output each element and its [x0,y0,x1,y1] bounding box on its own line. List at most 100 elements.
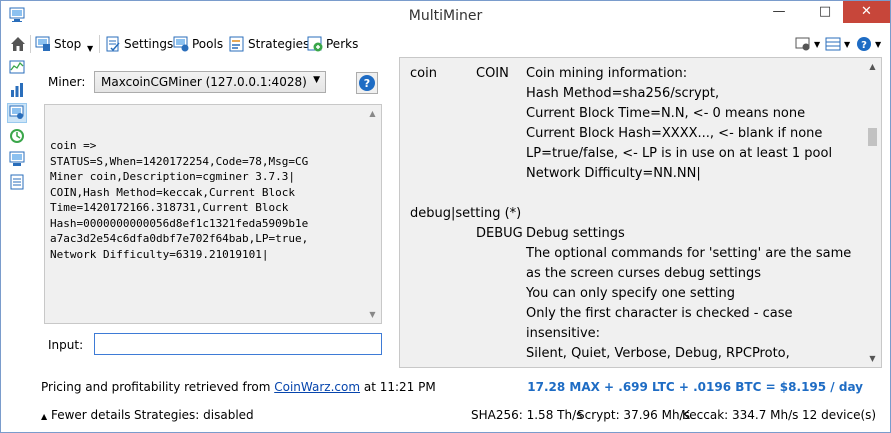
help-command: coin [410,66,437,81]
help-description: LP=true/false, <- LP is in use on at lea… [526,146,833,161]
help-description: as the screen curses debug settings [526,266,762,281]
api-help-panel[interactable]: coin COIN Coin mining information: Hash Met… [399,57,882,368]
maximize-button[interactable]: □ [810,1,840,23]
output-line: Hash=0000000000056d8ef1c1321feda5909b1e [50,216,309,230]
view-button[interactable]: ▼ [795,34,820,54]
pools-button[interactable]: Pools [173,34,223,54]
output-scrollbar[interactable]: ▲ ▼ [364,105,381,323]
close-button[interactable]: ✕ [843,1,890,23]
api-output-box[interactable]: coin => STATUS=S,When=1420172254,Code=78,… [44,104,382,324]
help-description: Hash Method=sha256/scrypt, [526,86,720,101]
miner-label: Miner: [48,75,86,89]
bar-chart-icon [11,83,23,97]
collapse-arrow-icon: ▲ [41,412,48,421]
output-line: STATUS=S,When=1420172254,Code=78,Msg=CG [50,154,309,168]
columns-dropdown-arrow: ▼ [844,39,851,49]
help-menu-button[interactable]: ? ▼ [856,34,881,54]
network-icon [9,151,25,166]
scroll-up-icon[interactable]: ▲ [364,105,381,122]
view-icon [795,37,810,51]
miner-select-value: MaxcoinCGMiner (127.0.0.1:4028) [101,75,307,89]
help-description: Only the first character is checked - ca… [526,306,793,321]
help-description: Current Block Hash=XXXX..., <- blank if … [526,126,823,141]
stop-dropdown-arrow[interactable]: ▼ [87,38,93,58]
help-command: debug|setting (*) [410,206,522,221]
strategies-button[interactable]: Strategies [229,34,309,54]
rail-item-history[interactable] [7,126,27,146]
output-line: COIN,Hash Method=keccak,Current Block [50,185,296,199]
help-description: Current Block Time=N.N, <- 0 means none [526,106,806,121]
perks-button[interactable]: Perks [307,34,358,54]
toolbar: Stop ▼ Settings Pools Strategies Perks ▼… [1,31,890,57]
strategies-label: Strategies [248,37,310,51]
help-description: You can only specify one setting [526,286,736,301]
help-description: Silent, Quiet, Verbose, Debug, RPCProto, [526,346,790,361]
help-dropdown-arrow: ▼ [875,39,882,49]
app-window: MultiMiner — □ ✕ Stop ▼ Settings Pools S… [0,0,891,433]
pools-icon [173,36,189,52]
columns-button[interactable]: ▼ [825,34,850,54]
miner-select[interactable]: MaxcoinCGMiner (127.0.0.1:4028) ▼ [94,71,326,93]
help-description: The optional commands for 'setting' are … [526,246,852,261]
device-count: 12 device(s) [802,408,877,422]
output-line: Time=1420172166.318731,Current Block [50,201,289,214]
rail-item-stats[interactable] [7,80,27,100]
svg-text:?: ? [861,40,867,51]
minimize-button[interactable]: — [764,1,794,23]
help-scroll-thumb[interactable] [868,128,877,146]
stop-button[interactable]: Stop [35,34,81,54]
home-button[interactable] [10,34,26,54]
help-scroll-up-icon[interactable]: ▲ [864,58,881,75]
help-icon: ? [857,37,871,51]
log-icon [10,174,24,190]
rail-item-charts[interactable] [7,57,27,77]
stop-label: Stop [54,37,82,51]
view-rail [7,57,31,195]
history-icon [10,129,24,143]
chevron-down-icon: ▼ [313,75,320,85]
pools-label: Pools [192,37,224,51]
output-line: a7ac3d2e54c6dfa0dbf7e702f64bab,LP=true, [50,232,309,245]
rail-item-network[interactable] [7,149,27,169]
coinwarz-link[interactable]: CoinWarz.com [274,380,360,394]
window-title: MultiMiner [408,8,483,24]
strategies-status: Strategies: disabled [134,408,254,422]
stop-icon [35,36,50,51]
scrypt-hashrate: Scrypt: 37.96 Mh/s [577,408,690,422]
scroll-down-icon[interactable]: ▼ [364,306,381,323]
perks-label: Perks [326,37,359,51]
strategies-icon [229,36,244,52]
settings-label: Settings [124,37,174,51]
help-description: insensitive: [526,326,601,341]
keccak-hashrate: Keccak: 334.7 Mh/s [682,408,799,422]
view-dropdown-arrow: ▼ [814,39,821,49]
api-console-icon [9,105,24,119]
profitability-summary[interactable]: 17.28 MAX + .699 LTC + .0196 BTC = $8.19… [527,380,863,394]
details-toggle[interactable]: ▲ Fewer details [41,408,131,422]
question-icon: ? [359,75,375,91]
output-line: Network Difficulty=6319.21019101| [50,247,269,261]
columns-icon [825,37,841,51]
rail-item-log[interactable] [7,172,27,192]
settings-button[interactable]: Settings [105,34,173,54]
pricing-info: Pricing and profitability retrieved from… [41,380,436,394]
title-bar: MultiMiner — □ ✕ [1,1,890,31]
api-output-text: coin => STATUS=S,When=1420172254,Code=78,… [50,138,308,262]
help-scrollbar[interactable]: ▲ ▼ [864,58,881,367]
settings-icon [106,36,120,52]
api-command-input[interactable] [94,333,382,355]
details-toggle-label: Fewer details [50,408,131,422]
help-description: Network Difficulty=NN.NN| [526,166,701,181]
output-line: coin => [50,139,97,152]
input-label: Input: [48,338,84,352]
rail-item-api-console[interactable] [7,103,27,123]
help-description: Coin mining information: [526,66,688,81]
output-line: Miner coin,Description=cgminer 3.7.3| [50,170,296,183]
sha256-hashrate: SHA256: 1.58 Th/s [471,408,583,422]
chart-line-icon [9,60,25,74]
pricing-suffix: at 11:21 PM [363,380,436,394]
help-access: COIN [476,66,509,81]
help-access: DEBUG [476,226,523,241]
help-scroll-down-icon[interactable]: ▼ [864,350,881,367]
api-help-button[interactable]: ? [356,72,378,94]
